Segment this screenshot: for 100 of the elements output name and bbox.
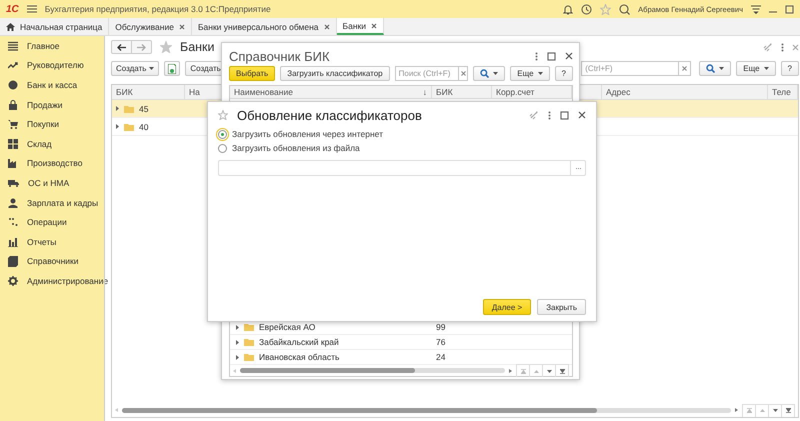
last-page-button[interactable]: [556, 364, 569, 377]
bell-icon[interactable]: [563, 4, 574, 14]
star-icon[interactable]: [218, 110, 228, 120]
caret-icon: [764, 67, 769, 70]
tab[interactable]: Начальная страница: [0, 18, 110, 35]
next-button[interactable]: Далее >: [482, 299, 532, 315]
table-cell: 40: [139, 122, 148, 132]
more-icon[interactable]: [781, 42, 784, 52]
form-title: Банки: [180, 40, 215, 54]
clear-button[interactable]: [679, 61, 692, 76]
create-button[interactable]: Создать: [111, 61, 160, 76]
sidebar-item[interactable]: Производство: [0, 154, 104, 174]
expand-arrow-icon[interactable]: [236, 340, 239, 344]
history-icon[interactable]: [581, 4, 592, 14]
menu-icon[interactable]: [26, 5, 37, 13]
more-button[interactable]: Еще: [736, 61, 776, 76]
tab[interactable]: Обслуживание: [109, 18, 192, 35]
sidebar-item[interactable]: Руководителю: [0, 56, 104, 76]
help-button[interactable]: ?: [554, 66, 573, 81]
book-icon: [8, 256, 18, 267]
person-icon: [8, 198, 18, 208]
select-button[interactable]: Выбрать: [229, 66, 276, 81]
dots-icon: [8, 217, 18, 228]
maximize-icon[interactable]: [547, 52, 556, 60]
close-icon[interactable]: [371, 22, 378, 28]
sidebar-item[interactable]: Банк и касса: [0, 75, 104, 95]
expand-arrow-icon[interactable]: [236, 324, 239, 330]
back-arrow-icon: [117, 44, 126, 50]
table-cell: 45: [139, 104, 148, 114]
help-button[interactable]: ?: [780, 61, 799, 76]
tab[interactable]: Банки: [336, 18, 384, 35]
file-path-field[interactable]: [218, 160, 586, 176]
clear-icon: [682, 66, 688, 71]
up-icon: [534, 370, 538, 372]
coin-icon: [8, 80, 18, 90]
load-button[interactable]: Загрузить классификатор: [280, 66, 390, 81]
list-icon: [8, 40, 18, 51]
caret-icon: [493, 72, 498, 75]
truck-icon: [8, 178, 19, 187]
clear-button[interactable]: [459, 66, 468, 81]
close-icon[interactable]: [565, 52, 573, 60]
caret-icon: [719, 67, 724, 70]
maximize-icon[interactable]: [560, 110, 569, 120]
close-icon[interactable]: [178, 24, 185, 30]
sidebar-item[interactable]: Главное: [0, 36, 104, 56]
star-icon[interactable]: [160, 41, 172, 53]
search-button[interactable]: [699, 61, 732, 76]
copy-button[interactable]: [164, 61, 180, 76]
radio-label[interactable]: Загрузить обновления через интернет: [232, 129, 384, 139]
search-button[interactable]: [473, 66, 506, 81]
close-icon[interactable]: [578, 111, 586, 119]
column-header[interactable]: Корр.счет: [492, 86, 572, 98]
column-header[interactable]: БИК: [112, 85, 185, 99]
table-cell: Ивановская область: [259, 352, 340, 362]
column-header[interactable]: Теле: [768, 85, 798, 99]
sidebar-item[interactable]: Справочники: [0, 252, 104, 272]
bag-icon: [8, 100, 18, 110]
down-icon: [546, 370, 552, 372]
last-page-button[interactable]: [782, 404, 795, 416]
more-button[interactable]: Еще: [510, 66, 550, 81]
sidebar-item[interactable]: Склад: [0, 134, 104, 154]
table-cell: Забайкальский край: [259, 337, 339, 347]
column-header[interactable]: Наименование ↓: [230, 86, 432, 98]
table-cell: Еврейская АО: [259, 322, 316, 332]
star-icon[interactable]: [600, 4, 612, 14]
next-page-button[interactable]: [769, 404, 782, 416]
table-cell: 76: [436, 337, 446, 347]
scroll-right-icon[interactable]: [509, 368, 512, 372]
close-icon[interactable]: [324, 24, 330, 30]
app-title: Бухгалтерия предприятия, редакция 3.0 1С:Предприятие: [44, 4, 271, 14]
sidebar-item[interactable]: Продажи: [0, 94, 104, 114]
radio-button[interactable]: [218, 144, 227, 152]
search-icon[interactable]: [619, 4, 630, 14]
sidebar-item[interactable]: Операции: [0, 212, 104, 232]
sidebar-item[interactable]: ОС и НМА: [0, 173, 104, 193]
scrollbar[interactable]: [240, 368, 505, 373]
bar-chart-icon: [8, 236, 18, 247]
maximize-icon[interactable]: [785, 4, 794, 14]
more-icon[interactable]: [535, 52, 538, 60]
close-button[interactable]: Закрыть: [537, 299, 586, 315]
column-header[interactable]: БИК: [432, 86, 492, 98]
last-icon: [560, 368, 564, 374]
next-page-button[interactable]: [543, 364, 556, 377]
expand-arrow-icon[interactable]: [116, 106, 119, 111]
sidebar-item[interactable]: Покупки: [0, 114, 104, 134]
expand-arrow-icon[interactable]: [116, 124, 119, 129]
table-cell: 24: [436, 352, 446, 362]
sidebar-item[interactable]: Отчеты: [0, 232, 104, 252]
scroll-right-icon[interactable]: [735, 408, 738, 412]
expand-arrow-icon[interactable]: [236, 354, 239, 360]
settings-menu-icon[interactable]: [751, 4, 761, 14]
scrollbar[interactable]: [122, 408, 731, 412]
sidebar-item[interactable]: Зарплата и кадры: [0, 192, 104, 212]
factory-icon: [8, 158, 18, 168]
radio-button[interactable]: [218, 130, 227, 138]
radio-label[interactable]: Загрузить обновления из файла: [232, 143, 360, 153]
caret-icon: [538, 72, 543, 75]
logo: 1С: [6, 4, 19, 14]
column-header[interactable]: Адрес: [602, 85, 768, 99]
more-icon[interactable]: [548, 110, 551, 120]
